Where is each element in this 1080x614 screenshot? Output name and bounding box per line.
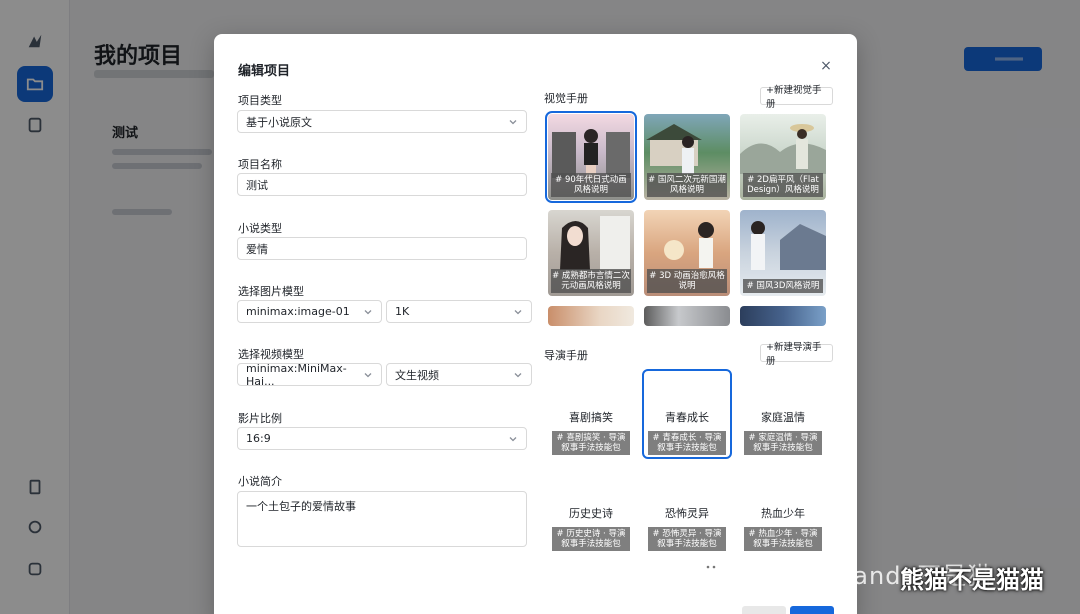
visual-manual-item[interactable]: # 3D 动画治愈风格说明 xyxy=(644,210,730,296)
visual-manual-caption: # 3D 动画治愈风格说明 xyxy=(647,269,727,293)
director-manual-name: 家庭温情 xyxy=(761,411,805,424)
project-type-label: 项目类型 xyxy=(238,94,282,107)
visual-manual-caption: # 成熟都市言情二次元动画风格说明 xyxy=(551,269,631,293)
modal-title: 编辑项目 xyxy=(238,64,291,79)
novel-type-input[interactable]: 爱情 xyxy=(237,237,527,260)
chevron-down-icon xyxy=(513,370,523,380)
video-model-value: minimax:MiniMax-Hai... xyxy=(246,361,347,388)
director-manual-name: 青春成长 xyxy=(665,411,709,424)
visual-manual-caption: # 国风二次元新国潮风格说明 xyxy=(647,173,727,197)
aspect-ratio-label: 影片比例 xyxy=(238,412,282,425)
visual-manual-item[interactable]: # 90年代日式动画风格说明 xyxy=(545,111,637,203)
thumb-scene xyxy=(740,306,826,326)
director-manual-tag: # 热血少年 · 导演叙事手法技能包 xyxy=(744,527,822,551)
director-manual-item[interactable]: 家庭温情 # 家庭温情 · 导演叙事手法技能包 xyxy=(740,371,826,457)
watermark-badge: 熊猫不是猫猫 xyxy=(900,566,1044,594)
chevron-down-icon xyxy=(363,307,373,317)
thumb-scene xyxy=(644,306,730,326)
synopsis-textarea[interactable]: 一个土包子的爱情故事 xyxy=(237,491,527,547)
director-manual-tag: # 恐怖灵异 · 导演叙事手法技能包 xyxy=(648,527,726,551)
director-manual-name: 历史史诗 xyxy=(569,507,613,520)
video-mode-select[interactable]: 文生视频 xyxy=(386,363,532,386)
project-type-select[interactable]: 基于小说原文 xyxy=(237,110,527,133)
new-director-manual-button[interactable]: +新建导演手册 xyxy=(760,342,833,367)
aspect-ratio-value: 16:9 xyxy=(246,432,271,445)
image-resolution-value: 1K xyxy=(395,305,410,318)
visual-manual-item[interactable] xyxy=(548,306,634,326)
visual-manual-item[interactable] xyxy=(740,306,826,326)
director-manual-tag: # 历史史诗 · 导演叙事手法技能包 xyxy=(552,527,630,551)
project-name-input[interactable]: 测试 xyxy=(237,173,527,196)
image-model-value: minimax:image-01 xyxy=(246,305,350,318)
save-button[interactable] xyxy=(790,606,834,614)
director-manual-item[interactable]: 青春成长 # 青春成长 · 导演叙事手法技能包 xyxy=(642,369,732,459)
visual-manual-caption: # 国风3D风格说明 xyxy=(743,279,823,293)
director-manual-item[interactable]: 历史史诗 # 历史史诗 · 导演叙事手法技能包 xyxy=(548,467,634,553)
visual-manual-item[interactable]: # 2D扁平风（Flat Design）风格说明 xyxy=(740,114,826,200)
image-model-label: 选择图片模型 xyxy=(238,285,304,298)
edit-project-modal: 编辑项目 × 项目类型 基于小说原文 项目名称 测试 小说类型 爱情 选择图片模… xyxy=(214,34,857,614)
novel-type-label: 小说类型 xyxy=(238,222,282,235)
visual-manual-caption: # 90年代日式动画风格说明 xyxy=(551,173,631,197)
director-manual-tag: # 家庭温情 · 导演叙事手法技能包 xyxy=(744,431,822,455)
close-icon[interactable]: × xyxy=(818,58,834,74)
visual-manual-item[interactable]: # 国风3D风格说明 xyxy=(740,210,826,296)
image-model-select[interactable]: minimax:image-01 xyxy=(237,300,382,323)
director-manual-name: 恐怖灵异 xyxy=(665,507,709,520)
project-type-value: 基于小说原文 xyxy=(246,115,312,129)
visual-manual-item[interactable]: # 成熟都市言情二次元动画风格说明 xyxy=(548,210,634,296)
new-visual-manual-button[interactable]: +新建视觉手册 xyxy=(760,85,833,110)
cancel-button[interactable] xyxy=(742,606,786,614)
director-manual-item[interactable]: 喜剧搞笑 # 喜剧搞笑 · 导演叙事手法技能包 xyxy=(548,371,634,457)
visual-manual-item[interactable] xyxy=(644,306,730,326)
chevron-down-icon xyxy=(508,117,518,127)
chevron-down-icon xyxy=(513,307,523,317)
wechat-icon xyxy=(701,560,727,580)
video-mode-value: 文生视频 xyxy=(395,368,439,382)
chevron-down-icon xyxy=(363,370,373,380)
director-manual-tag: # 青春成长 · 导演叙事手法技能包 xyxy=(648,431,726,455)
visual-manual-label: 视觉手册 xyxy=(544,92,588,105)
visual-manual-caption: # 2D扁平风（Flat Design）风格说明 xyxy=(743,173,823,197)
video-model-select[interactable]: minimax:MiniMax-Hai... xyxy=(237,361,382,388)
director-manual-tag: # 喜剧搞笑 · 导演叙事手法技能包 xyxy=(552,431,630,455)
chevron-down-icon xyxy=(508,434,518,444)
director-manual-item[interactable]: 热血少年 # 热血少年 · 导演叙事手法技能包 xyxy=(740,467,826,553)
director-manual-item[interactable]: 恐怖灵异 # 恐怖灵异 · 导演叙事手法技能包 xyxy=(644,467,730,553)
video-model-label: 选择视频模型 xyxy=(238,348,304,361)
director-manual-name: 喜剧搞笑 xyxy=(569,411,613,424)
director-manual-name: 热血少年 xyxy=(761,507,805,520)
visual-manual-item[interactable]: # 国风二次元新国潮风格说明 xyxy=(644,114,730,200)
director-manual-label: 导演手册 xyxy=(544,349,588,362)
synopsis-label: 小说简介 xyxy=(238,475,282,488)
aspect-ratio-select[interactable]: 16:9 xyxy=(237,427,527,450)
thumb-scene xyxy=(548,306,634,326)
image-resolution-select[interactable]: 1K xyxy=(386,300,532,323)
project-name-label: 项目名称 xyxy=(238,158,282,171)
